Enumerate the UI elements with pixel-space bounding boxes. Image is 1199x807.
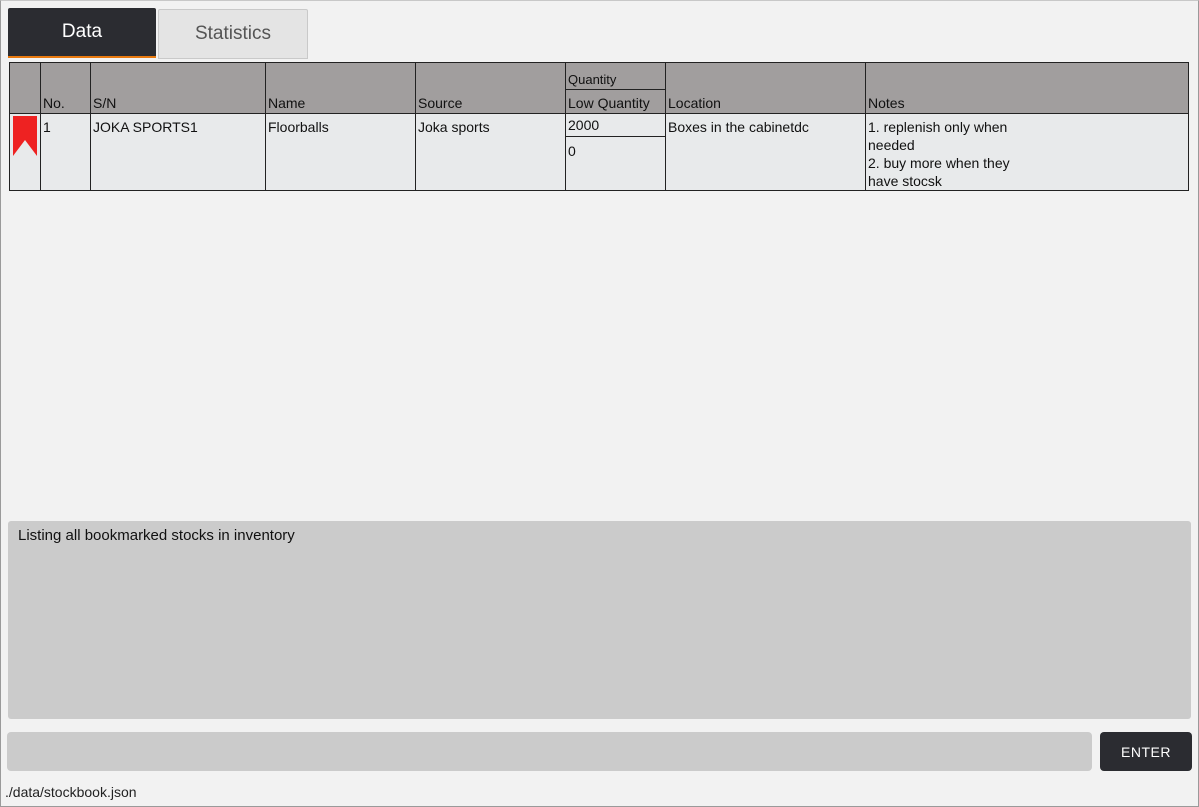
header-source-label: Source <box>418 95 463 111</box>
cell-source-value: Joka sports <box>418 119 490 135</box>
cell-notes-value: 1. replenish only when needed 2. buy mor… <box>868 118 1010 190</box>
header-low-quantity-label: Low Quantity <box>568 95 650 111</box>
cell-low-quantity-value: 0 <box>568 143 576 159</box>
header-notes-label: Notes <box>868 95 905 111</box>
header-bookmark <box>10 63 41 113</box>
header-sn-label: S/N <box>93 95 117 111</box>
tab-data[interactable]: Data <box>8 8 156 58</box>
notes-line: needed <box>868 137 915 153</box>
cell-notes: 1. replenish only when needed 2. buy mor… <box>866 114 1188 190</box>
bookmark-icon <box>13 116 37 156</box>
command-input[interactable] <box>7 732 1092 771</box>
enter-button[interactable]: ENTER <box>1100 732 1192 771</box>
header-sn: S/N <box>91 63 266 113</box>
stock-table: No. S/N Name Source Quantity Low Quantit… <box>9 62 1189 191</box>
header-quantity-label: Quantity <box>568 72 617 87</box>
header-no-label: No. <box>43 95 65 111</box>
header-name-label: Name <box>268 95 306 111</box>
header-location: Location <box>666 63 866 113</box>
bookmark-cell <box>10 114 41 190</box>
cell-quantity-group: 2000 0 <box>566 114 666 190</box>
notes-line: 2. buy more when they <box>868 155 1010 171</box>
result-message: Listing all bookmarked stocks in invento… <box>18 527 295 544</box>
tab-statistics[interactable]: Statistics <box>158 9 308 59</box>
table-header: No. S/N Name Source Quantity Low Quantit… <box>10 63 1188 114</box>
cell-location-value: Boxes in the cabinetdc <box>668 119 809 135</box>
header-name: Name <box>266 63 416 113</box>
header-source: Source <box>416 63 566 113</box>
cell-no-value: 1 <box>43 119 51 135</box>
result-display: Listing all bookmarked stocks in invento… <box>8 521 1191 719</box>
cell-location: Boxes in the cabinetdc <box>666 114 866 190</box>
notes-line: 1. replenish only when <box>868 119 1008 135</box>
header-location-label: Location <box>668 95 721 111</box>
cell-no: 1 <box>41 114 91 190</box>
header-quantity: Quantity <box>566 63 665 90</box>
cell-quantity-value: 2000 <box>568 117 600 133</box>
cell-name: Floorballs <box>266 114 416 190</box>
header-notes: Notes <box>866 63 1188 113</box>
header-quantity-group: Quantity Low Quantity <box>566 63 666 113</box>
cell-quantity: 2000 <box>566 114 665 137</box>
header-no: No. <box>41 63 91 113</box>
cell-source: Joka sports <box>416 114 566 190</box>
status-file-path: ./data/stockbook.json <box>5 784 137 800</box>
cell-sn: JOKA SPORTS1 <box>91 114 266 190</box>
notes-line: have stocsk <box>868 173 942 189</box>
cell-name-value: Floorballs <box>268 119 329 135</box>
cell-sn-value: JOKA SPORTS1 <box>93 119 198 135</box>
table-row[interactable]: 1 JOKA SPORTS1 Floorballs Joka sports 20… <box>10 114 1188 190</box>
